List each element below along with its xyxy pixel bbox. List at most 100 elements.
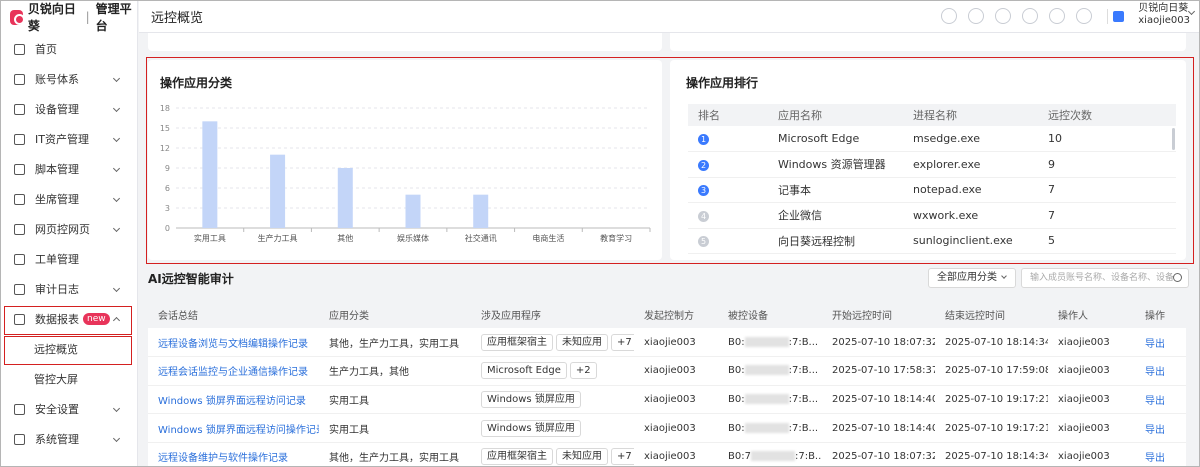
category-filter-select[interactable]: 全部应用分类 <box>928 268 1016 288</box>
sidebar-item-6[interactable]: 网页控网页 <box>0 214 137 244</box>
document-icon[interactable] <box>1049 8 1065 24</box>
app-category-cell: 其他，生产力工具，实用工具 <box>319 328 471 358</box>
nav-icon <box>14 433 25 445</box>
app-category-cell: 其他，生产力工具，实用工具 <box>319 442 471 467</box>
nav-icon <box>14 253 25 265</box>
session-summary-link[interactable]: 远程设备维护与软件操作记录 <box>148 442 319 467</box>
message-icon[interactable] <box>995 8 1011 24</box>
export-link[interactable]: 导出 <box>1135 385 1186 415</box>
session-summary-link[interactable]: 远程设备浏览与文档编辑操作记录 <box>148 328 319 358</box>
audit-row: 远程设备浏览与文档编辑操作记录 其他，生产力工具，实用工具 应用框架宿主 未知应用 +7… <box>148 328 1186 358</box>
session-summary-link[interactable]: Windows 锁屏界面远程访问操作记录 <box>148 413 319 443</box>
home-icon[interactable] <box>941 8 957 24</box>
sidebar-item-label: 脚本管理 <box>35 163 79 176</box>
previous-card-bottom-right <box>670 33 1186 51</box>
app-tag: Microsoft Edge <box>481 362 567 380</box>
apps-cell: 应用框架宿主 未知应用 +7 <box>471 328 634 358</box>
sidebar-item-12[interactable]: 安全设置 <box>0 394 137 424</box>
session-summary-link[interactable]: 远程会话监控与企业通信操作记录 <box>148 356 319 386</box>
nav-icon <box>14 163 25 175</box>
session-summary-link[interactable]: Windows 锁屏界面远程访问记录 <box>148 385 319 415</box>
category-filter-value: 全部应用分类 <box>937 272 997 283</box>
highlight-app-cards <box>146 57 1194 264</box>
device-id-prefix: B0: <box>728 336 745 348</box>
sidebar: 贝锐向日葵 | 管理平台 首页账号体系设备管理 IT资产管理 脚本管理坐席管理网页控… <box>0 0 138 467</box>
audit-row: Windows 锁屏界面远程访问记录 实用工具 Windows 锁屏应用 xiaoji… <box>148 385 1186 415</box>
sidebar-item-label: 首页 <box>35 43 57 56</box>
sidebar-item-5[interactable]: 坐席管理 <box>0 184 137 214</box>
start-time-cell: 2025-07-10 18:07:32 <box>822 328 935 358</box>
sidebar-item-1[interactable]: 账号体系 <box>0 64 137 94</box>
start-time-cell: 2025-07-10 18:14:40 <box>822 385 935 415</box>
start-time-cell: 2025-07-10 17:58:37 <box>822 356 935 386</box>
sidebar-item-0[interactable]: 首页 <box>0 34 137 64</box>
initiator-cell: xiaojie003 <box>634 413 718 443</box>
sidebar-item-11[interactable]: 管控大屏 <box>0 364 137 394</box>
user-account: xiaojie003 <box>1138 15 1190 26</box>
operator-cell: xiaojie003 <box>1048 442 1135 467</box>
apps-grid-icon[interactable] <box>1076 8 1092 24</box>
nav-icon <box>14 73 25 85</box>
chevron-down-icon <box>112 134 121 143</box>
chevron-down-icon <box>112 164 121 173</box>
search-icon[interactable] <box>1173 273 1182 282</box>
start-time-cell: 2025-07-10 18:14:40 <box>822 413 935 443</box>
user-avatar-icon[interactable] <box>1113 11 1124 22</box>
app-tag: +7 <box>611 333 634 351</box>
audit-column-header: 发起控制方 <box>634 300 718 328</box>
toolbar-divider <box>1107 9 1108 24</box>
device-id-prefix: B0:7 <box>728 451 751 463</box>
sidebar-item-label: 坐席管理 <box>35 193 79 206</box>
audit-table: 会话总结 应用分类 涉及应用程序 发起控制方 被控设备 开始远控时间 结束远控时间 操作人 操作… <box>148 300 1186 467</box>
initiator-cell: xiaojie003 <box>634 442 718 467</box>
download-icon[interactable] <box>968 8 984 24</box>
device-id-suffix: :7:B... <box>788 365 819 377</box>
apps-cell: 应用框架宿主 未知应用 +7 <box>471 442 634 467</box>
end-time-cell: 2025-07-10 19:17:21 <box>935 413 1048 443</box>
initiator-cell: xiaojie003 <box>634 356 718 386</box>
redacted-device-id <box>744 422 789 433</box>
device-id-suffix: :7:B... <box>788 336 819 348</box>
device-id-suffix: :7:B... <box>788 422 819 434</box>
export-link[interactable]: 导出 <box>1135 413 1186 443</box>
sidebar-item-7[interactable]: 工单管理 <box>0 244 137 274</box>
sidebar-item-label: IT资产管理 <box>35 133 89 146</box>
audit-column-header: 涉及应用程序 <box>471 300 634 328</box>
sidebar-item-label: 工单管理 <box>35 253 79 266</box>
sidebar-item-3[interactable]: IT资产管理 <box>0 124 137 154</box>
brand-subtitle: 管理平台 <box>95 2 132 33</box>
export-link[interactable]: 导出 <box>1135 442 1186 467</box>
user-menu[interactable]: 贝锐向日葵 xiaojie003 <box>1138 3 1190 27</box>
end-time-cell: 2025-07-10 19:17:21 <box>935 385 1048 415</box>
audit-row: Windows 锁屏界面远程访问操作记录 实用工具 Windows 锁屏应用 xiao… <box>148 413 1186 443</box>
brand-logo: 贝锐向日葵 | 管理平台 <box>0 0 137 34</box>
sidebar-item-label: 账号体系 <box>35 73 79 86</box>
export-link[interactable]: 导出 <box>1135 328 1186 358</box>
sidebar-item-2[interactable]: 设备管理 <box>0 94 137 124</box>
nav-icon <box>14 193 25 205</box>
sidebar-item-4[interactable]: 脚本管理 <box>0 154 137 184</box>
start-time-cell: 2025-07-10 18:07:32 <box>822 442 935 467</box>
app-category-cell: 生产力工具，其他 <box>319 356 471 386</box>
app-tag: 未知应用 <box>556 448 608 466</box>
export-link[interactable]: 导出 <box>1135 356 1186 386</box>
audit-column-header: 结束远控时间 <box>935 300 1048 328</box>
chevron-down-icon <box>112 224 121 233</box>
device-id-suffix: :7:B... <box>794 451 822 463</box>
clipboard-icon[interactable] <box>1022 8 1038 24</box>
app-tag: 未知应用 <box>556 333 608 351</box>
previous-card-bottom <box>148 33 662 51</box>
end-time-cell: 2025-07-10 17:59:08 <box>935 356 1048 386</box>
sidebar-item-label: 设备管理 <box>35 103 79 116</box>
nav-icon <box>14 283 25 295</box>
sidebar-item-13[interactable]: 系统管理 <box>0 424 137 454</box>
audit-title: AI远控智能审计 <box>148 272 234 286</box>
chevron-down-icon <box>1001 273 1007 279</box>
device-id-prefix: B0: <box>728 422 745 434</box>
audit-search-input[interactable]: 输入成员账号名称、设备名称、设备 <box>1021 268 1189 288</box>
sidebar-item-label: 系统管理 <box>35 433 79 446</box>
chevron-down-icon <box>112 434 121 443</box>
app-tag: Windows 锁屏应用 <box>481 390 581 408</box>
sidebar-item-8[interactable]: 审计日志 <box>0 274 137 304</box>
search-placeholder: 输入成员账号名称、设备名称、设备 <box>1030 273 1175 283</box>
